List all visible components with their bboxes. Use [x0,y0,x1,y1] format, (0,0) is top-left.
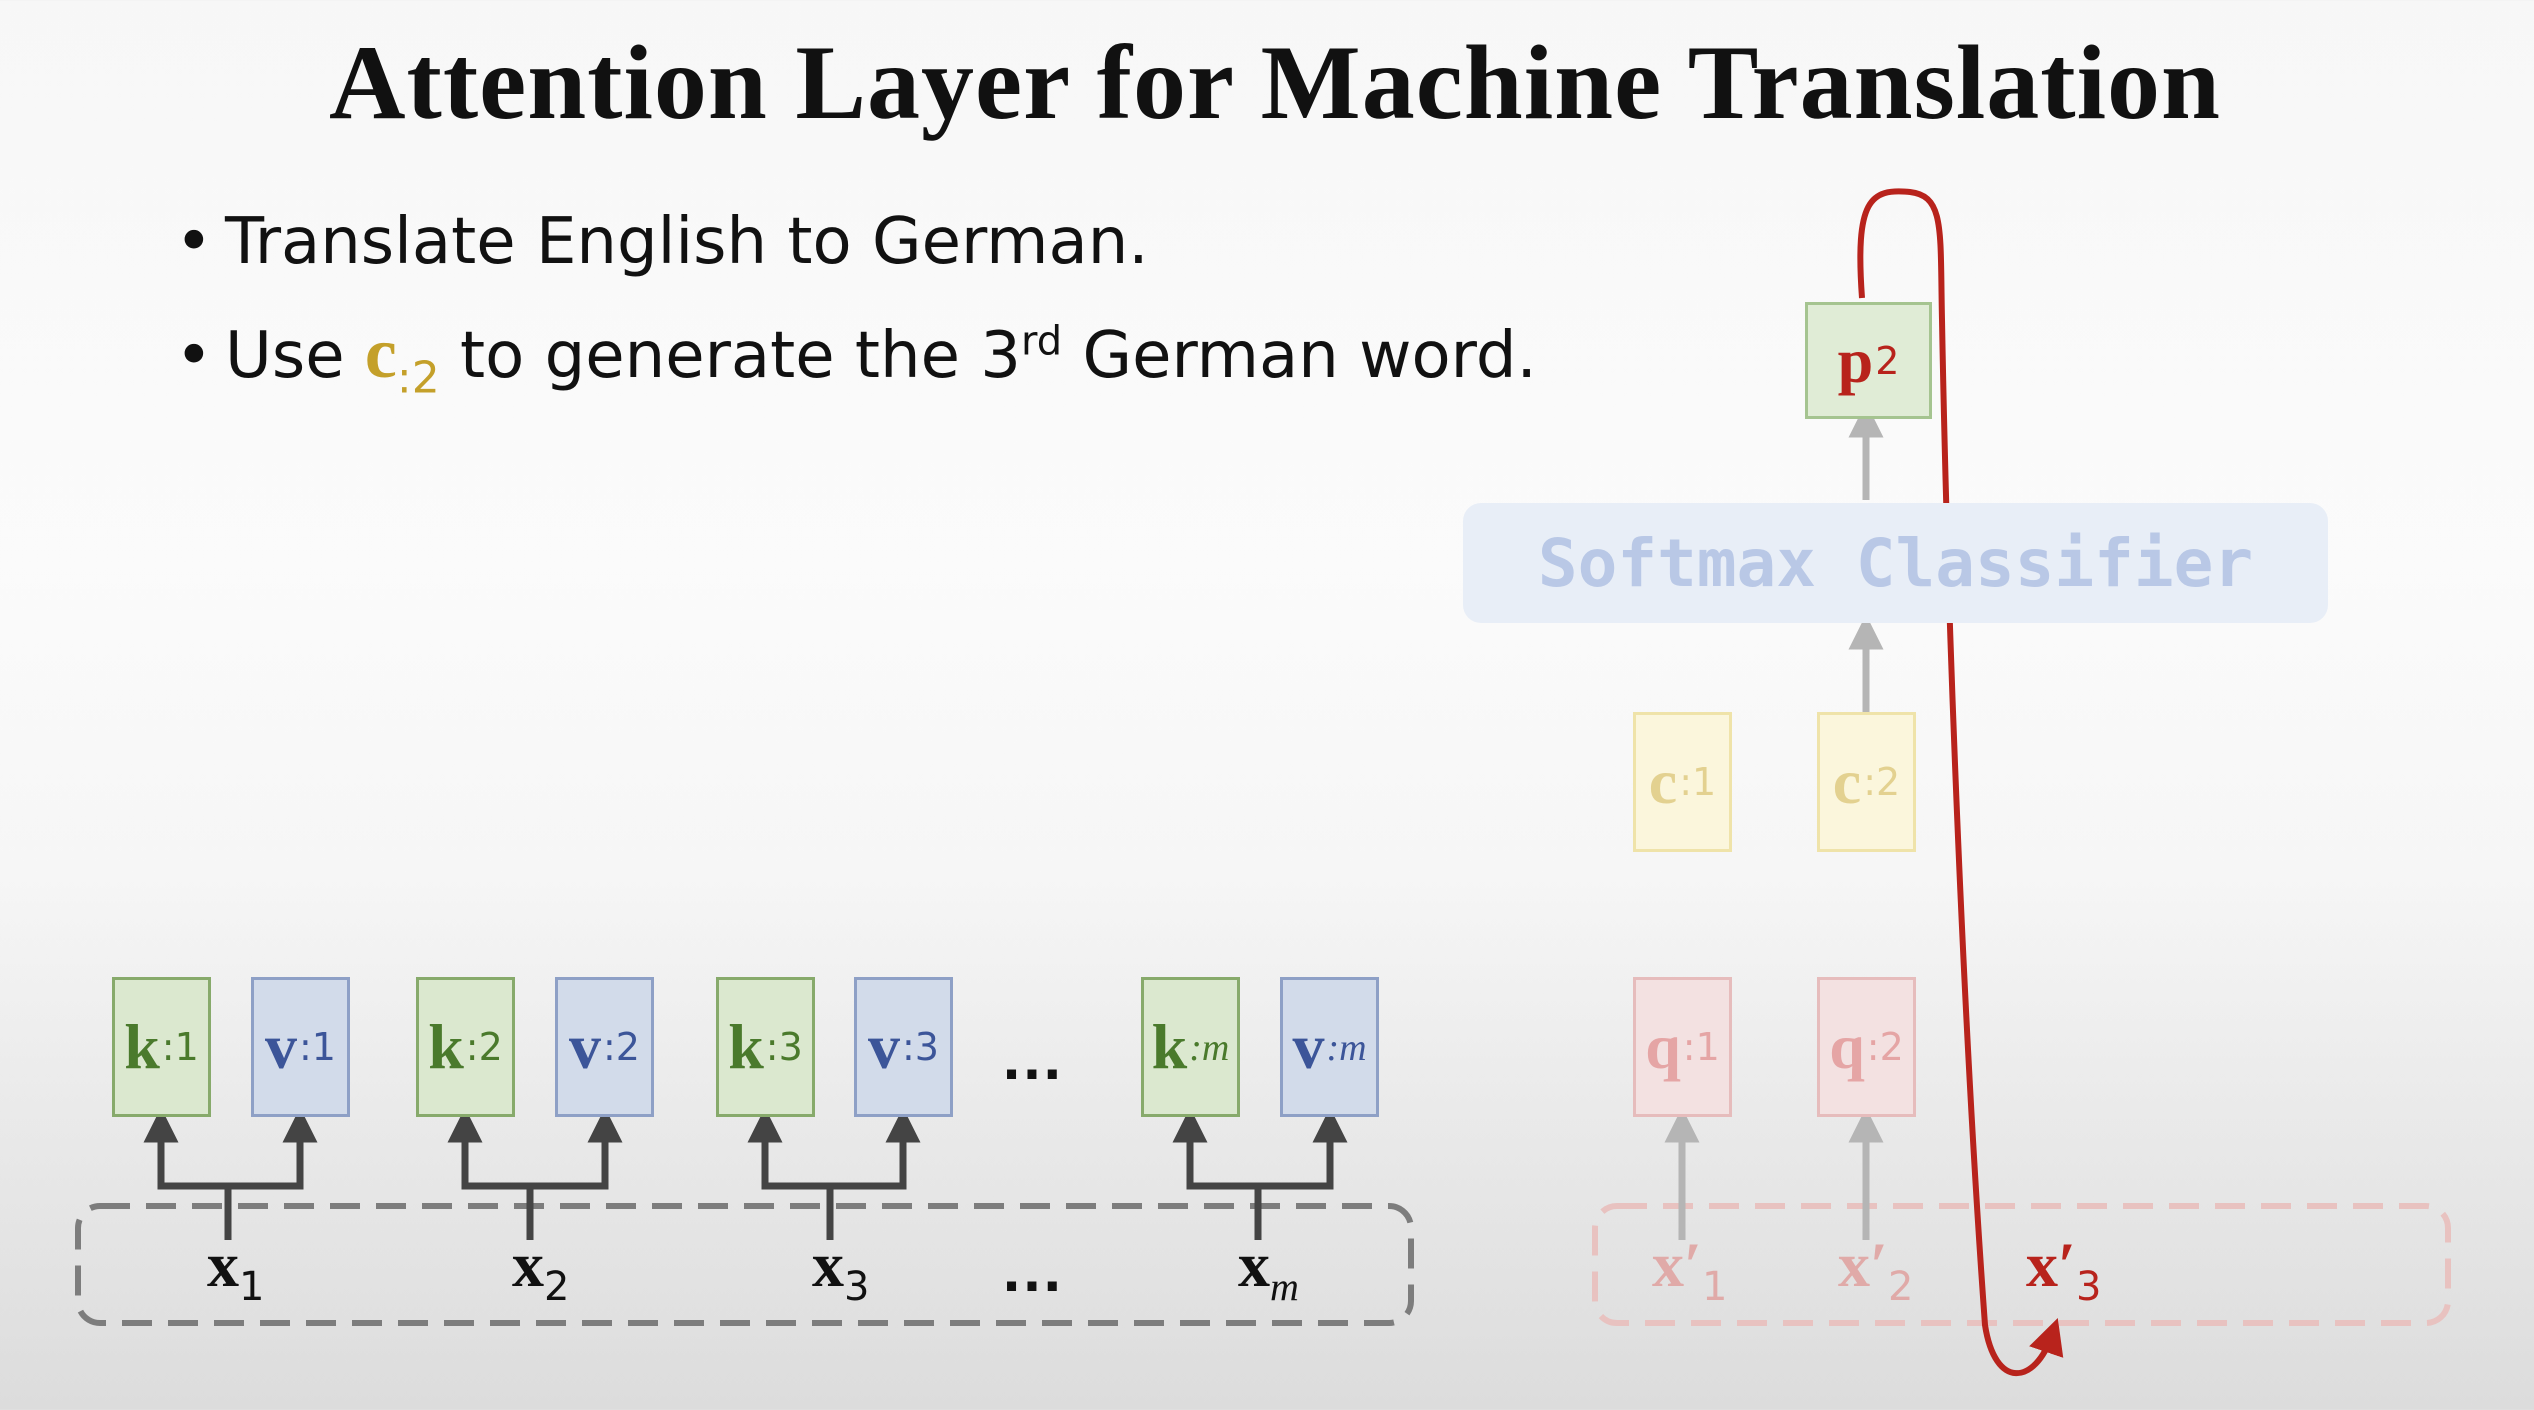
context-box-1: c:1 [1633,712,1732,852]
input-x1: x1 [207,1229,265,1310]
encoder-fork-2 [447,1107,623,1240]
value-box-m: v:m [1280,977,1379,1117]
value-box-3: v:3 [854,977,953,1117]
key-box-1: k:1 [112,977,211,1117]
decoder-input-x2: x′2 [1838,1229,1914,1310]
decoder-input-x3: x′3 [2026,1229,2102,1310]
softmax-classifier: Softmax Classifier [1463,503,2328,623]
key-box-m: k:m [1141,977,1240,1117]
encoder-ellipsis-top: … [1000,1021,1070,1093]
value-box-1: v:1 [251,977,350,1117]
encoder-fork-1 [143,1107,318,1240]
value-box-2: v:2 [555,977,654,1117]
encoder-ellipsis-bottom: … [1000,1233,1070,1305]
input-x2: x2 [512,1229,570,1310]
input-x3: x3 [812,1229,870,1310]
decoder-input-x1: x′1 [1652,1229,1728,1310]
encoder-fork-3 [747,1107,921,1240]
key-box-2: k:2 [416,977,515,1117]
output-p2: p2 [1805,302,1932,419]
input-xm: xm [1238,1229,1299,1309]
diagram-connectors [75,188,2451,1377]
key-box-3: k:3 [716,977,815,1117]
encoder-input-frame [75,1203,1414,1326]
query-box-1: q:1 [1633,977,1732,1117]
query-box-2: q:2 [1817,977,1916,1117]
context-box-2: c:2 [1817,712,1916,852]
encoder-fork-m [1172,1107,1348,1240]
